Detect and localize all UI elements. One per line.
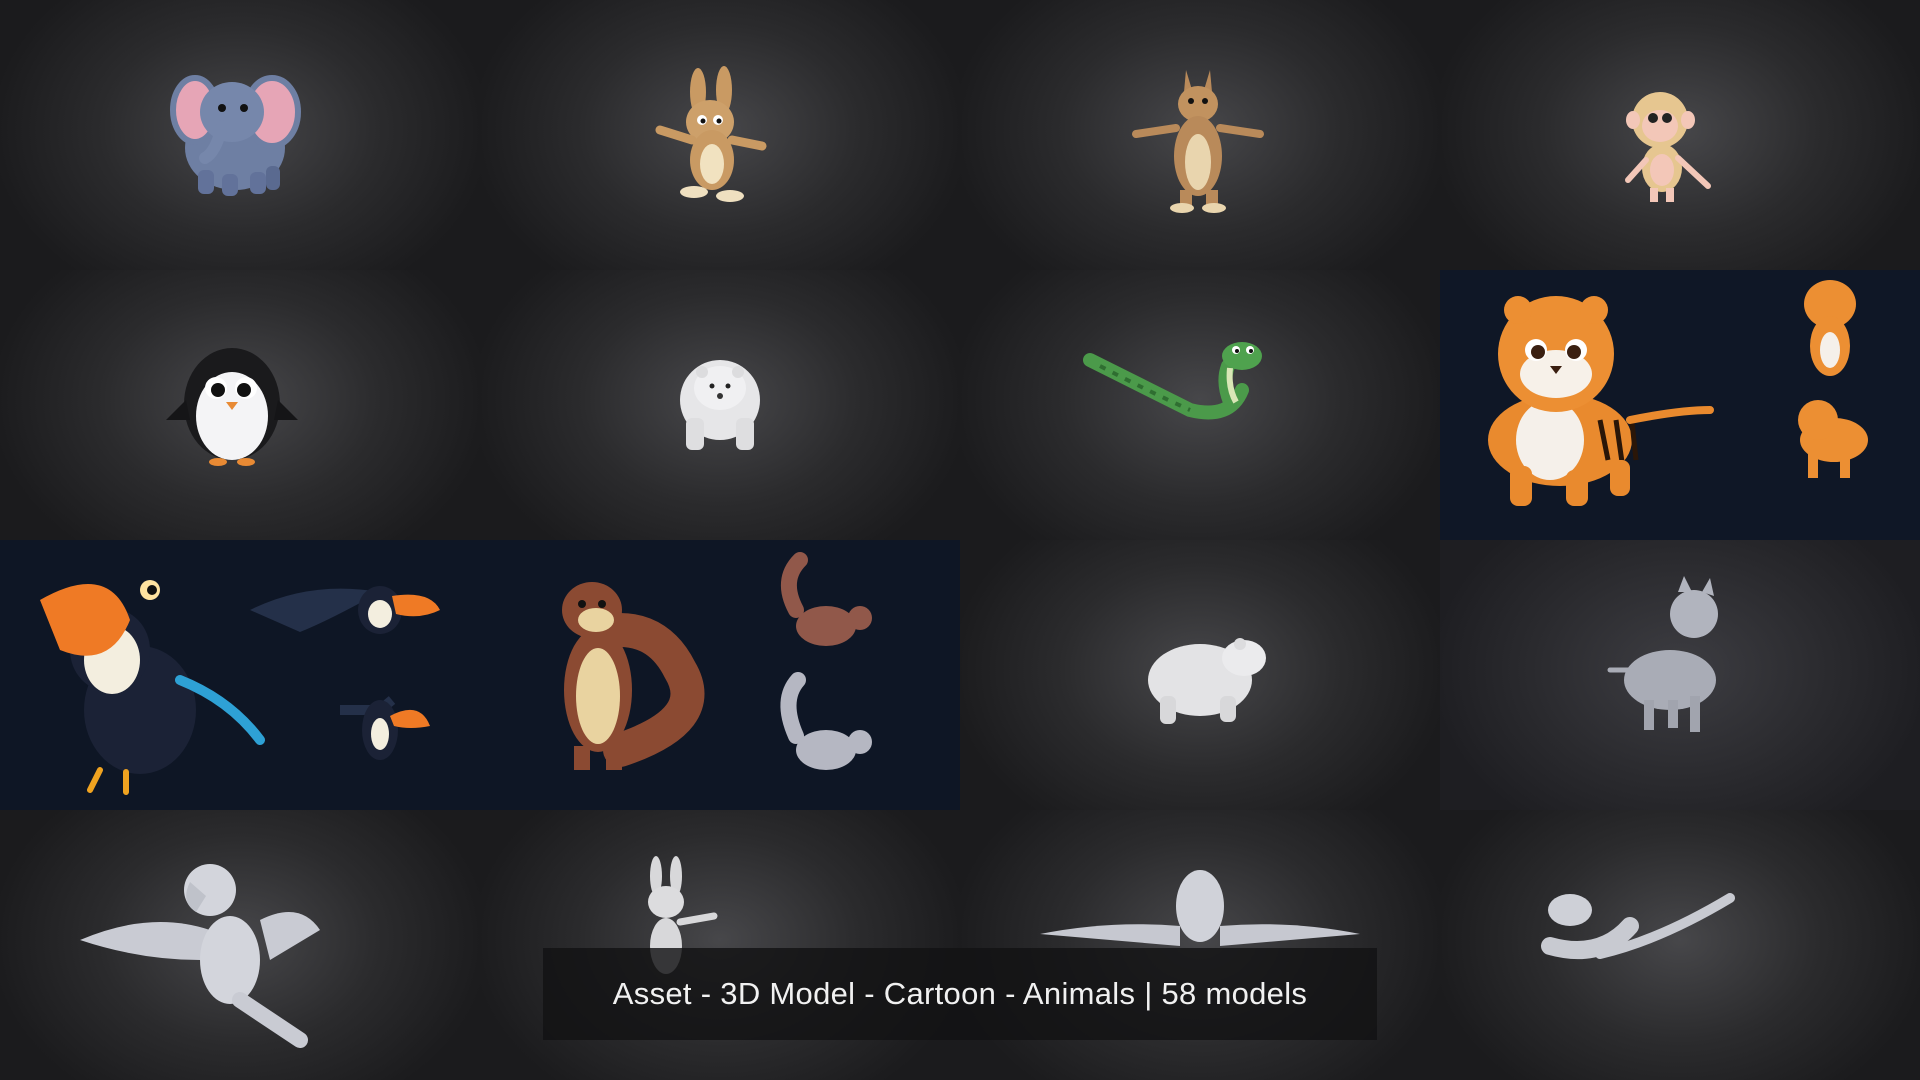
tiger-model	[1488, 280, 1868, 506]
tile-rabbit	[480, 0, 960, 270]
tile-penguin	[0, 270, 480, 540]
squirrel-model	[562, 552, 872, 770]
bear-clay-model	[1148, 638, 1266, 724]
cat-wireframe-model	[1607, 576, 1718, 732]
snake-wireframe-model	[1541, 893, 1735, 960]
caption-text: Asset - 3D Model - Cartoon - Animals | 5…	[612, 976, 1308, 1011]
tile-bear-clay	[960, 540, 1440, 810]
parrot-wireframe-model	[80, 864, 320, 1048]
monkey-model	[1625, 92, 1711, 202]
tile-snake-wireframe	[1440, 810, 1920, 1080]
tile-kangaroo	[960, 0, 1440, 270]
tile-monkey	[1440, 0, 1920, 270]
penguin-model	[166, 348, 298, 466]
tile-toucan	[0, 540, 480, 810]
caption-banner: Asset - 3D Model - Cartoon - Animals | 5…	[543, 948, 1377, 1040]
tile-polar-bear	[480, 270, 960, 540]
polar-bear-model	[680, 360, 760, 450]
tile-tiger	[1440, 270, 1920, 540]
tile-snake	[960, 270, 1440, 540]
kangaroo-model	[1132, 70, 1264, 213]
tile-squirrel	[480, 540, 960, 810]
rabbit-model	[655, 66, 767, 202]
tile-cat-wireframe	[1440, 540, 1920, 810]
tile-elephant	[0, 0, 480, 270]
toucan-model	[40, 580, 440, 795]
snake-model	[1083, 342, 1262, 420]
elephant-model	[170, 75, 301, 196]
tile-parrot-wireframe	[0, 810, 480, 1080]
preview-grid	[0, 0, 1920, 1080]
